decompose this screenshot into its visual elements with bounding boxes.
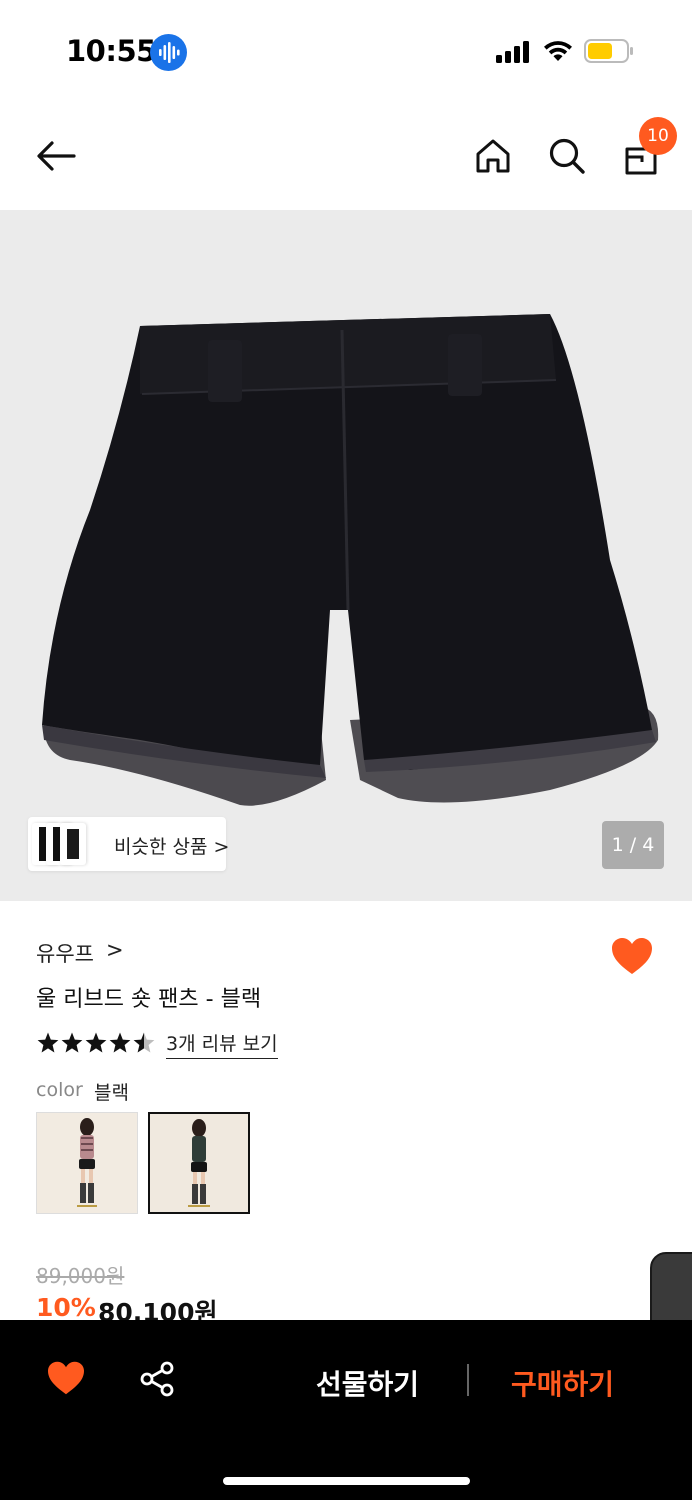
heart-icon	[48, 1361, 84, 1395]
divider	[467, 1364, 469, 1396]
status-bar: 10:55	[0, 0, 692, 100]
home-icon	[476, 139, 510, 173]
voice-memo-icon	[150, 34, 187, 71]
brand-name[interactable]: 유우프	[36, 938, 94, 968]
wifi-icon	[542, 39, 574, 67]
product-image	[42, 314, 659, 806]
gift-button[interactable]: 선물하기	[316, 1363, 419, 1403]
back-arrow-icon	[37, 141, 76, 171]
status-time: 10:55	[66, 34, 156, 68]
cart-count-badge: 10	[639, 117, 677, 155]
home-button[interactable]	[467, 130, 519, 182]
battery-icon	[584, 38, 633, 64]
product-image-gallery[interactable]: 비슷한 상품 > 1 / 4	[0, 210, 692, 901]
rating-stars	[36, 1030, 156, 1056]
outfit-thumbnail-image	[150, 1114, 248, 1212]
view-reviews-link[interactable]: 3개 리뷰 보기	[166, 1029, 278, 1059]
similar-products-label: 비슷한 상품 >	[114, 836, 230, 858]
share-button[interactable]	[138, 1360, 176, 1402]
share-icon	[140, 1361, 174, 1397]
signal-icon	[496, 41, 532, 67]
option-label: color	[36, 1079, 83, 1101]
outfit-thumbnail-image	[37, 1113, 137, 1213]
original-price: 89,000원	[36, 1264, 125, 1288]
color-option-pink[interactable]	[36, 1112, 138, 1214]
back-button[interactable]	[30, 130, 82, 182]
similar-product-thumbnail	[60, 823, 86, 865]
home-indicator	[223, 1477, 470, 1485]
similar-products-button[interactable]: 비슷한 상품 >	[28, 817, 230, 871]
color-option-black[interactable]	[148, 1112, 250, 1214]
wishlist-button[interactable]	[46, 1360, 86, 1400]
search-button[interactable]	[541, 130, 593, 182]
buy-button[interactable]: 구매하기	[511, 1363, 614, 1403]
chevron-right-icon: >	[106, 938, 124, 962]
search-icon	[549, 138, 585, 174]
product-name: 울 리브드 숏 팬츠 - 블랙	[36, 987, 262, 1012]
option-value: 블랙	[94, 1082, 129, 1104]
bottom-action-bar: 선물하기 구매하기	[0, 1320, 692, 1500]
top-navigation	[0, 110, 692, 206]
page-indicator: 1 / 4	[602, 821, 664, 869]
discount-rate: 10%	[36, 1293, 96, 1322]
like-button[interactable]	[610, 936, 654, 980]
heart-icon	[612, 938, 652, 974]
